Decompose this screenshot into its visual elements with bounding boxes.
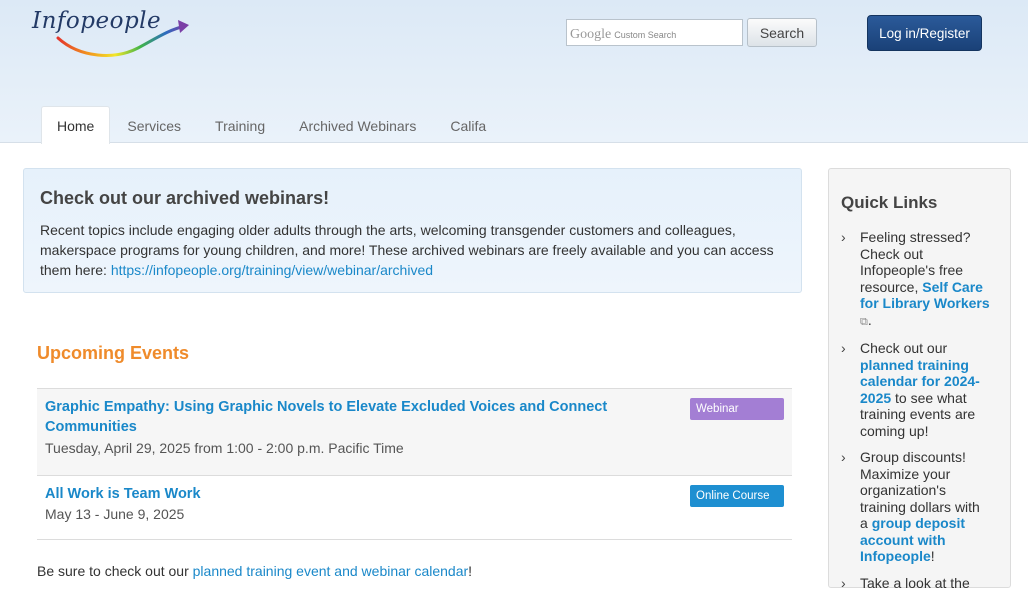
tab-califa[interactable]: Califa xyxy=(433,106,503,143)
chevron-right-icon: › xyxy=(841,449,846,465)
group-deposit-link[interactable]: group deposit account with Infopeople xyxy=(860,515,965,564)
chevron-right-icon: › xyxy=(841,340,846,356)
main-nav: Home Services Training Archived Webinars… xyxy=(41,106,503,144)
announcement-title: Check out our archived webinars! xyxy=(40,188,330,208)
online-course-badge: Online Course xyxy=(690,485,784,507)
logo-swoosh-icon xyxy=(56,20,189,57)
login-register-button[interactable]: Log in/Register xyxy=(867,15,982,51)
quick-link-item: › Check out our planned training calenda… xyxy=(841,340,991,439)
calendar-note-text: Be sure to check out our xyxy=(37,563,193,579)
announcement-body: Recent topics include engaging older adu… xyxy=(40,220,785,280)
quick-link-item: › Take a look at the xyxy=(841,575,991,592)
event-date: Tuesday, April 29, 2025 from 1:00 - 2:00… xyxy=(45,440,404,456)
site-header: Infopeople Google Custom Search Search Lo… xyxy=(0,0,1028,144)
webinar-badge: Webinar xyxy=(690,398,784,420)
search-input[interactable] xyxy=(567,20,742,45)
event-row: Graphic Empathy: Using Graphic Novels to… xyxy=(37,388,792,475)
tab-training[interactable]: Training xyxy=(198,106,282,143)
training-calendar-link[interactable]: planned training event and webinar calen… xyxy=(193,563,469,579)
event-date: May 13 - June 9, 2025 xyxy=(45,506,185,522)
quick-link-text-end: . xyxy=(867,311,872,328)
quick-link-item: › Feeling stressed? Check out Infopeople… xyxy=(841,229,991,330)
quick-links-sidebar: Quick Links › Feeling stressed? Check ou… xyxy=(828,168,1011,591)
event-title-link[interactable]: All Work is Team Work xyxy=(45,484,625,504)
quick-link-item: › Group discounts! Maximize your organiz… xyxy=(841,449,991,565)
calendar-note: Be sure to check out our planned trainin… xyxy=(37,563,472,579)
calendar-note-end: ! xyxy=(468,563,473,579)
quick-links-title: Quick Links xyxy=(841,193,938,212)
search-box: Google Custom Search xyxy=(566,19,743,46)
infopeople-logo[interactable]: Infopeople xyxy=(30,8,195,60)
upcoming-events-heading: Upcoming Events xyxy=(37,343,190,363)
announcement-panel: Check out our archived webinars! Recent … xyxy=(23,168,802,293)
chevron-right-icon: › xyxy=(841,229,846,245)
chevron-right-icon: › xyxy=(841,574,846,591)
quick-links-list: › Feeling stressed? Check out Infopeople… xyxy=(841,229,991,601)
event-row: All Work is Team Work May 13 - June 9, 2… xyxy=(37,475,792,540)
quick-link-text: Check out our xyxy=(860,340,948,356)
quick-link-text-end: ! xyxy=(930,548,935,564)
search-button[interactable]: Search xyxy=(747,18,817,47)
event-title-link[interactable]: Graphic Empathy: Using Graphic Novels to… xyxy=(45,397,625,437)
events-list: Graphic Empathy: Using Graphic Novels to… xyxy=(37,388,792,540)
archived-webinars-link[interactable]: https://infopeople.org/training/view/web… xyxy=(111,262,433,278)
tab-services[interactable]: Services xyxy=(110,106,198,143)
tab-archived-webinars[interactable]: Archived Webinars xyxy=(282,106,433,143)
quick-link-text: Take a look at the xyxy=(860,574,970,591)
external-link-icon: ⧉ xyxy=(860,315,868,328)
tab-home[interactable]: Home xyxy=(41,106,111,144)
